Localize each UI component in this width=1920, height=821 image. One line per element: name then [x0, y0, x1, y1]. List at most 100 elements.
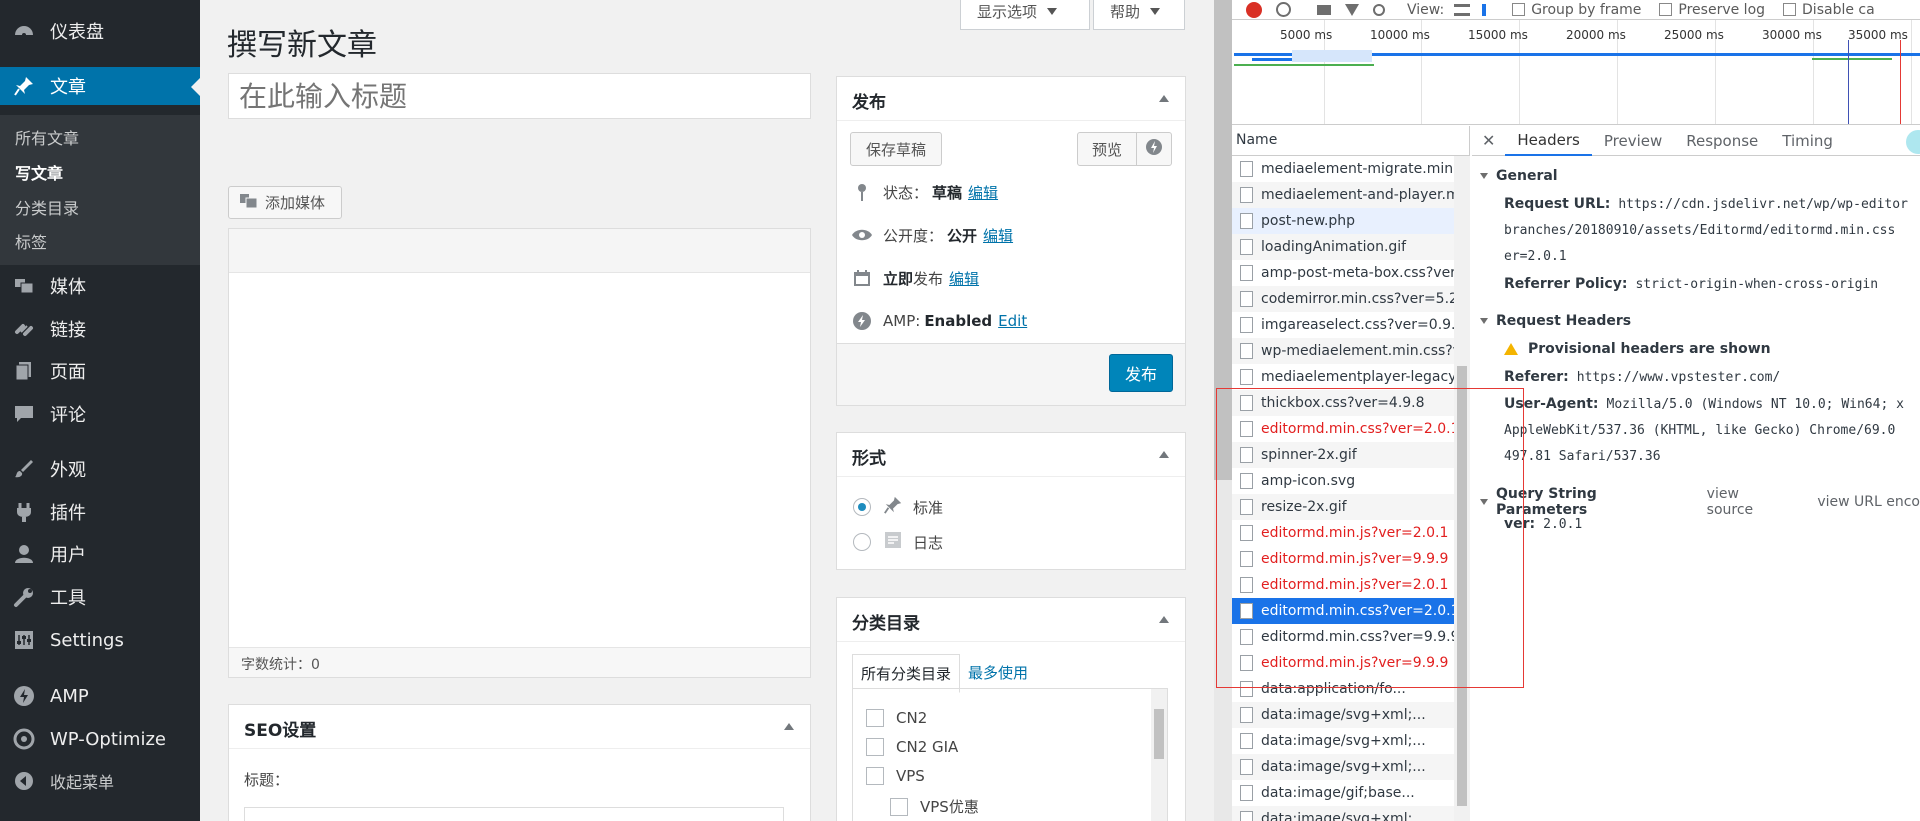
- format-option-label: 日志: [913, 533, 944, 552]
- preview-button[interactable]: 预览: [1077, 132, 1137, 166]
- edit-visibility-link[interactable]: 编辑: [983, 225, 1013, 246]
- collapse-arrow-icon[interactable]: [784, 723, 794, 730]
- edit-amp-link[interactable]: Edit: [998, 312, 1027, 330]
- network-overview-timeline[interactable]: 5000 ms 10000 ms 15000 ms 20000 ms 25000…: [1232, 20, 1920, 125]
- format-standard-option[interactable]: 标准: [853, 495, 943, 519]
- tab-headers[interactable]: Headers: [1505, 126, 1592, 156]
- waterfall-icon[interactable]: [1482, 3, 1498, 16]
- request-row[interactable]: codemirror.min.css?ver=5.29.1: [1232, 286, 1462, 312]
- request-row[interactable]: mediaelement-migrate.min.js?: [1232, 156, 1462, 182]
- menu-dashboard[interactable]: 仪表盘: [0, 12, 200, 50]
- dom-content-loaded-line: [1848, 40, 1849, 124]
- tab-response[interactable]: Response: [1674, 126, 1770, 156]
- checkbox[interactable]: [890, 797, 908, 816]
- referrer-policy-value: strict-origin-when-cross-origin: [1635, 277, 1879, 292]
- checkbox[interactable]: [866, 738, 884, 756]
- view-url-encoded-link[interactable]: view URL enco: [1817, 494, 1920, 510]
- view-source-link[interactable]: view source: [1707, 486, 1782, 518]
- menu-appearance[interactable]: 外观: [0, 450, 200, 488]
- request-row[interactable]: loadingAnimation.gif: [1232, 234, 1462, 260]
- request-row[interactable]: amp-post-meta-box.css?ver=(: [1232, 260, 1462, 286]
- general-section-title[interactable]: General: [1480, 168, 1558, 184]
- post-title-input[interactable]: [228, 73, 811, 119]
- collapse-arrow-icon[interactable]: [1159, 616, 1169, 623]
- checkbox[interactable]: [866, 767, 884, 785]
- menu-amp[interactable]: AMP: [0, 677, 200, 715]
- menu-wp-optimize[interactable]: WP-Optimize: [0, 720, 200, 758]
- file-icon: [1240, 343, 1253, 359]
- menu-tools[interactable]: 工具: [0, 578, 200, 616]
- category-item[interactable]: CN2: [866, 709, 927, 727]
- menu-label: 用户: [50, 545, 86, 566]
- close-icon[interactable]: ✕: [1472, 131, 1505, 150]
- menu-links[interactable]: 链接: [0, 310, 200, 348]
- request-row[interactable]: data:image/gif;base...: [1232, 780, 1462, 806]
- category-item[interactable]: CN2 GIA: [866, 738, 958, 756]
- request-row[interactable]: post-new.php: [1232, 208, 1462, 234]
- radio-button[interactable]: [853, 498, 871, 516]
- request-row[interactable]: data:image/svg+xml;...: [1232, 754, 1462, 780]
- query-params-section-title[interactable]: Query String Parameters view source view…: [1480, 486, 1920, 518]
- scrollbar-thumb[interactable]: [1154, 709, 1164, 759]
- menu-posts[interactable]: 文章: [0, 67, 200, 105]
- request-headers-section-title[interactable]: Request Headers: [1480, 313, 1631, 329]
- submenu-all-posts[interactable]: 所有文章: [15, 125, 79, 149]
- add-media-button[interactable]: 添加媒体: [228, 186, 342, 219]
- submenu-tags[interactable]: 标签: [15, 229, 47, 253]
- filter-icon[interactable]: [1345, 3, 1359, 16]
- amp-preview-button[interactable]: [1136, 132, 1172, 166]
- publish-box: 发布 保存草稿 预览 状态： 草稿 编辑 公开度： 公开 编辑 立即 发布 编辑…: [836, 76, 1186, 406]
- request-row[interactable]: data:image/svg+xml;...: [1232, 702, 1462, 728]
- menu-users[interactable]: 用户: [0, 535, 200, 573]
- publish-box-header[interactable]: 发布: [837, 77, 1185, 121]
- preserve-log-checkbox[interactable]: [1659, 3, 1673, 16]
- collapse-arrow-icon[interactable]: [1159, 451, 1169, 458]
- request-row[interactable]: wp-mediaelement.min.css?ver: [1232, 338, 1462, 364]
- video-camera-icon[interactable]: [1317, 4, 1331, 15]
- collapse-arrow-icon[interactable]: [1159, 95, 1169, 102]
- edit-status-link[interactable]: 编辑: [968, 182, 998, 203]
- tab-preview[interactable]: Preview: [1592, 126, 1674, 156]
- clear-icon[interactable]: [1276, 2, 1291, 17]
- disable-cache-checkbox[interactable]: [1783, 3, 1797, 16]
- menu-collapse[interactable]: 收起菜单: [0, 762, 200, 800]
- menu-comments[interactable]: 评论: [0, 395, 200, 433]
- category-item[interactable]: VPS: [866, 767, 925, 785]
- menu-media[interactable]: 媒体: [0, 267, 200, 305]
- request-row[interactable]: data:image/svg+xml;...: [1232, 806, 1462, 821]
- menu-settings[interactable]: Settings: [0, 621, 200, 659]
- name-column-header[interactable]: Name: [1232, 126, 1470, 156]
- list-view-icon[interactable]: [1454, 3, 1471, 16]
- request-row[interactable]: mediaelement-and-player.min: [1232, 182, 1462, 208]
- edit-schedule-link[interactable]: 编辑: [949, 268, 979, 289]
- submenu-new-post[interactable]: 写文章: [15, 160, 63, 184]
- format-box-header[interactable]: 形式: [837, 433, 1185, 477]
- radio-button[interactable]: [853, 533, 871, 551]
- request-row[interactable]: imgareaselect.css?ver=0.9.8: [1232, 312, 1462, 338]
- categories-box-header[interactable]: 分类目录: [837, 598, 1185, 642]
- format-aside-option[interactable]: 日志: [853, 530, 943, 554]
- record-icon[interactable]: [1246, 1, 1262, 18]
- request-row[interactable]: mediaelementplayer-legacy.m: [1232, 364, 1462, 390]
- checkbox[interactable]: [866, 709, 884, 727]
- user-agent-value: AppleWebKit/537.36 (KHTML, like Gecko) C…: [1504, 423, 1896, 438]
- screen-options-button[interactable]: 显示选项: [960, 0, 1090, 30]
- menu-pages[interactable]: 页面: [0, 352, 200, 390]
- screen: 仪表盘 文章 所有文章 写文章 分类目录 标签 媒体 链接 页面 评论 外观 插…: [0, 0, 1920, 821]
- seo-box-header[interactable]: SEO设置: [229, 705, 810, 749]
- submenu-categories[interactable]: 分类目录: [15, 195, 79, 219]
- category-scrollbar[interactable]: [1151, 689, 1167, 821]
- search-icon[interactable]: [1373, 3, 1385, 16]
- help-button[interactable]: 帮助: [1093, 0, 1185, 30]
- post-content-editor[interactable]: 字数统计：0: [228, 228, 811, 678]
- category-item[interactable]: VPS优惠: [890, 796, 979, 817]
- group-by-frame-checkbox[interactable]: [1512, 3, 1526, 16]
- file-icon: [1240, 785, 1253, 801]
- tab-timing[interactable]: Timing: [1770, 126, 1845, 156]
- menu-plugins[interactable]: 插件: [0, 493, 200, 531]
- request-row[interactable]: data:image/svg+xml;...: [1232, 728, 1462, 754]
- file-icon: [1240, 239, 1253, 255]
- publish-button[interactable]: 发布: [1109, 354, 1173, 392]
- seo-title-input[interactable]: [244, 807, 784, 821]
- save-draft-button[interactable]: 保存草稿: [850, 132, 942, 166]
